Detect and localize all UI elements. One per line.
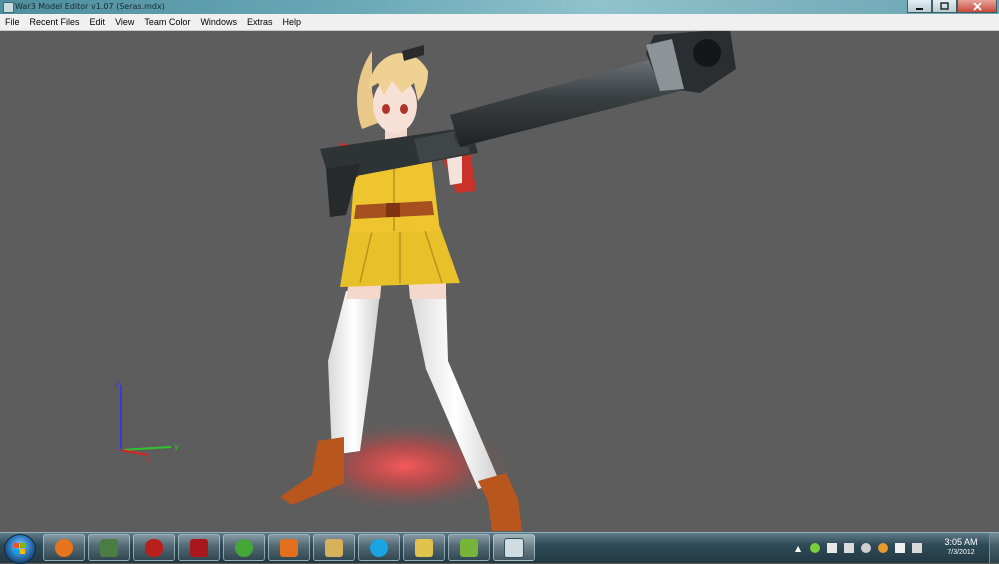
start-button[interactable] xyxy=(4,534,36,564)
taskbar-file-explorer[interactable] xyxy=(313,534,355,561)
taskbar-clock[interactable]: 3:05 AM 7/3/2012 xyxy=(935,536,987,558)
taskbar-firefox[interactable] xyxy=(43,534,85,561)
close-icon xyxy=(972,1,982,11)
taskbar-device-manager[interactable] xyxy=(88,534,130,561)
battery-icon[interactable] xyxy=(844,543,855,553)
menu-team-color[interactable]: Team Color xyxy=(139,14,195,30)
show-desktop-button[interactable] xyxy=(989,533,999,563)
menu-help[interactable]: Help xyxy=(277,14,306,30)
model-editor-icon xyxy=(504,537,524,558)
axis-gizmo: z y x xyxy=(115,379,179,464)
network-icon[interactable] xyxy=(810,543,821,553)
taskbar-folder[interactable] xyxy=(403,534,445,561)
notepad-icon xyxy=(460,538,478,557)
window-controls xyxy=(907,0,997,13)
clock-date: 7/3/2012 xyxy=(947,549,975,556)
axis-label-x: x xyxy=(146,455,151,464)
taskbar-model-editor[interactable] xyxy=(493,534,535,561)
red-bag-icon xyxy=(145,538,163,557)
folder-icon xyxy=(415,538,433,557)
model-viewport[interactable]: z y x xyxy=(0,31,999,532)
monitor-icon[interactable] xyxy=(912,543,923,553)
title-bar: War3 Model Editor v1.07 (Seras.mdx) xyxy=(0,0,999,14)
windows-start-icon xyxy=(14,543,26,555)
taskbar-utorrent[interactable] xyxy=(223,534,265,561)
viewport-canvas[interactable]: z y x xyxy=(0,31,999,532)
menu-file[interactable]: File xyxy=(0,14,25,30)
app-icon xyxy=(3,2,14,13)
axis-label-y: y xyxy=(174,442,179,451)
clock-time: 3:05 AM xyxy=(944,537,978,547)
minimize-icon xyxy=(916,7,923,10)
menu-bar: File Recent Files Edit View Team Color W… xyxy=(0,14,999,31)
window-title: War3 Model Editor v1.07 (Seras.mdx) xyxy=(15,2,165,11)
utorrent-icon xyxy=(235,538,253,557)
menu-view[interactable]: View xyxy=(110,14,139,30)
taskbar: ▲ 3:05 AM 7/3/2012 xyxy=(0,532,999,564)
flag-icon[interactable] xyxy=(895,543,906,553)
taskbar-garena[interactable] xyxy=(178,534,220,561)
device-manager-icon xyxy=(100,538,118,557)
axis-label-z: z xyxy=(115,379,119,388)
maximize-icon xyxy=(940,1,949,10)
taskbar-red-bag[interactable] xyxy=(133,534,175,561)
antivirus-icon[interactable] xyxy=(861,543,872,553)
system-tray: ▲ xyxy=(795,539,929,557)
taskbar-media-player[interactable] xyxy=(268,534,310,561)
file-explorer-icon xyxy=(325,538,343,557)
menu-edit[interactable]: Edit xyxy=(85,14,111,30)
menu-recent-files[interactable]: Recent Files xyxy=(25,14,85,30)
minimize-button[interactable] xyxy=(907,0,932,13)
skype-icon xyxy=(370,538,388,557)
taskbar-notepad[interactable] xyxy=(448,534,490,561)
media-player-icon xyxy=(280,538,298,557)
taskbar-skype[interactable] xyxy=(358,534,400,561)
show-hidden-icons-icon[interactable]: ▲ xyxy=(795,544,801,553)
volume-icon[interactable] xyxy=(827,543,838,553)
close-button[interactable] xyxy=(957,0,997,13)
menu-extras[interactable]: Extras xyxy=(242,14,278,30)
menu-windows[interactable]: Windows xyxy=(195,14,242,30)
update-icon[interactable] xyxy=(878,543,889,553)
maximize-button[interactable] xyxy=(932,0,957,13)
firefox-icon xyxy=(55,538,73,557)
garena-icon xyxy=(190,538,208,557)
